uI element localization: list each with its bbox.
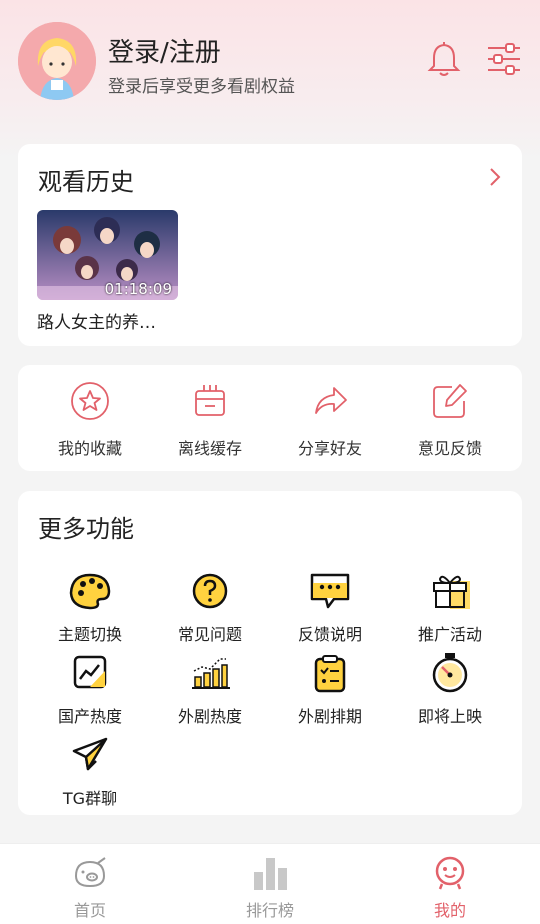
coming-soon-label: 即将上映 bbox=[417, 707, 482, 726]
palette-icon bbox=[69, 573, 111, 610]
offline-cache-label: 离线缓存 bbox=[177, 439, 242, 458]
profile-face-icon bbox=[435, 856, 465, 890]
tab-mine-label: 我的 bbox=[433, 901, 466, 920]
faq-label: 常见问题 bbox=[177, 625, 242, 644]
avatar[interactable] bbox=[18, 22, 96, 100]
telegram-group-button[interactable]: TG群聊 bbox=[30, 735, 150, 811]
watch-history-card: 观看历史 01:18:09 路人女主的养… bbox=[18, 144, 522, 346]
chat-bubble-icon bbox=[310, 573, 350, 609]
watch-history-title: 观看历史 bbox=[38, 168, 134, 196]
download-box-icon bbox=[195, 385, 225, 416]
video-progress-time: 01:18:09 bbox=[104, 280, 172, 298]
offline-cache-button[interactable]: 离线缓存 bbox=[150, 365, 270, 471]
history-thumbnail[interactable]: 01:18:09 bbox=[37, 210, 178, 300]
bar-chart-icon bbox=[192, 658, 230, 689]
history-video-title[interactable]: 路人女主的养… bbox=[37, 308, 156, 333]
feedback-button[interactable]: 意见反馈 bbox=[390, 365, 510, 471]
star-icon bbox=[71, 382, 109, 420]
bell-icon[interactable] bbox=[426, 40, 462, 78]
foreign-schedule-label: 外剧排期 bbox=[297, 707, 362, 726]
foreign-schedule-button[interactable]: 外剧排期 bbox=[270, 653, 390, 729]
favorites-button[interactable]: 我的收藏 bbox=[30, 365, 150, 471]
favorites-label: 我的收藏 bbox=[57, 439, 122, 458]
quick-actions-card: 我的收藏 离线缓存 分享好友 意见反馈 bbox=[18, 365, 522, 471]
domestic-popularity-label: 国产热度 bbox=[57, 707, 122, 726]
more-functions-title: 更多功能 bbox=[38, 515, 134, 543]
coming-soon-button[interactable]: 即将上映 bbox=[390, 653, 510, 729]
question-icon bbox=[192, 573, 228, 609]
telegram-icon bbox=[72, 737, 108, 771]
share-friends-button[interactable]: 分享好友 bbox=[270, 365, 390, 471]
bottom-tab-bar: 首页 排行榜 我的 bbox=[0, 843, 540, 924]
trend-chart-icon bbox=[73, 655, 107, 689]
gift-icon bbox=[433, 575, 470, 609]
faq-button[interactable]: 常见问题 bbox=[150, 571, 270, 647]
home-pig-icon bbox=[74, 857, 106, 888]
theme-switch-button[interactable]: 主题切换 bbox=[30, 571, 150, 647]
login-subtitle: 登录后享受更多看剧权益 bbox=[108, 77, 295, 97]
login-register-link[interactable]: 登录/注册 bbox=[108, 32, 221, 69]
theme-switch-label: 主题切换 bbox=[57, 625, 122, 644]
more-functions-card: 更多功能 主题切换 常见问题 反馈说明 推广活动 国产热度 外剧热度 外剧排期 … bbox=[18, 491, 522, 815]
profile-header[interactable]: 登录/注册 登录后享受更多看剧权益 bbox=[18, 22, 522, 104]
feedback-label: 意见反馈 bbox=[417, 439, 482, 458]
settings-sliders-icon[interactable] bbox=[486, 42, 522, 76]
feedback-guide-button[interactable]: 反馈说明 bbox=[270, 571, 390, 647]
tab-home-label: 首页 bbox=[73, 901, 106, 920]
tab-mine[interactable]: 我的 bbox=[360, 844, 540, 924]
tab-ranking-label: 排行榜 bbox=[245, 901, 294, 920]
tab-ranking[interactable]: 排行榜 bbox=[180, 844, 360, 924]
edit-icon bbox=[433, 384, 467, 418]
stopwatch-icon bbox=[432, 653, 468, 693]
chevron-right-icon[interactable] bbox=[488, 166, 502, 188]
domestic-popularity-button[interactable]: 国产热度 bbox=[30, 653, 150, 729]
foreign-popularity-button[interactable]: 外剧热度 bbox=[150, 653, 270, 729]
foreign-popularity-label: 外剧热度 bbox=[177, 707, 242, 726]
tab-home[interactable]: 首页 bbox=[0, 844, 180, 924]
share-friends-label: 分享好友 bbox=[297, 439, 362, 458]
telegram-group-label: TG群聊 bbox=[62, 789, 118, 808]
promotion-label: 推广活动 bbox=[417, 625, 482, 644]
clipboard-icon bbox=[314, 655, 346, 693]
feedback-guide-label: 反馈说明 bbox=[297, 625, 362, 644]
promotion-button[interactable]: 推广活动 bbox=[390, 571, 510, 647]
ranking-icon bbox=[254, 858, 287, 890]
share-icon bbox=[315, 387, 347, 414]
